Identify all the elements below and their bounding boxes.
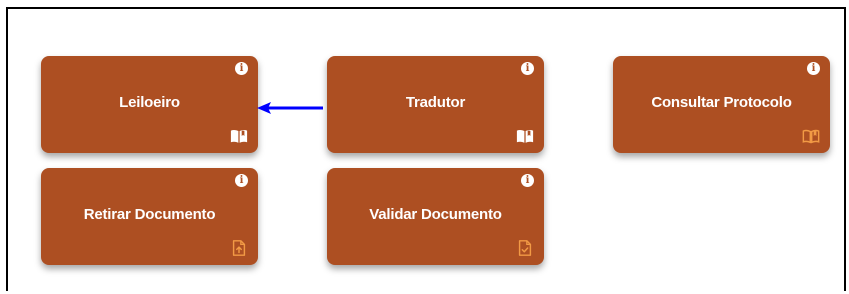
card-validar-documento[interactable]: i Validar Documento xyxy=(327,168,544,265)
file-check-icon xyxy=(518,240,532,256)
card-label: Tradutor xyxy=(405,94,466,111)
card-label: Validar Documento xyxy=(369,206,502,223)
arrow-left-icon xyxy=(257,102,323,114)
card-retirar-documento[interactable]: i Retirar Documento xyxy=(41,168,258,265)
info-icon[interactable]: i xyxy=(235,62,248,75)
card-label: Leiloeiro xyxy=(119,94,180,111)
book-open-outline-icon xyxy=(802,129,820,144)
card-consultar-protocolo[interactable]: i Consultar Protocolo xyxy=(613,56,830,153)
info-icon[interactable]: i xyxy=(235,174,248,187)
card-leiloeiro[interactable]: i Leiloeiro xyxy=(41,56,258,153)
card-label: Retirar Documento xyxy=(83,206,216,223)
info-icon[interactable]: i xyxy=(521,174,534,187)
info-icon[interactable]: i xyxy=(521,62,534,75)
card-tradutor[interactable]: i Tradutor xyxy=(327,56,544,153)
info-icon[interactable]: i xyxy=(807,62,820,75)
book-open-icon xyxy=(230,130,248,143)
card-label: Consultar Protocolo xyxy=(651,94,792,111)
book-open-icon xyxy=(516,130,534,143)
file-upload-icon xyxy=(232,240,246,256)
